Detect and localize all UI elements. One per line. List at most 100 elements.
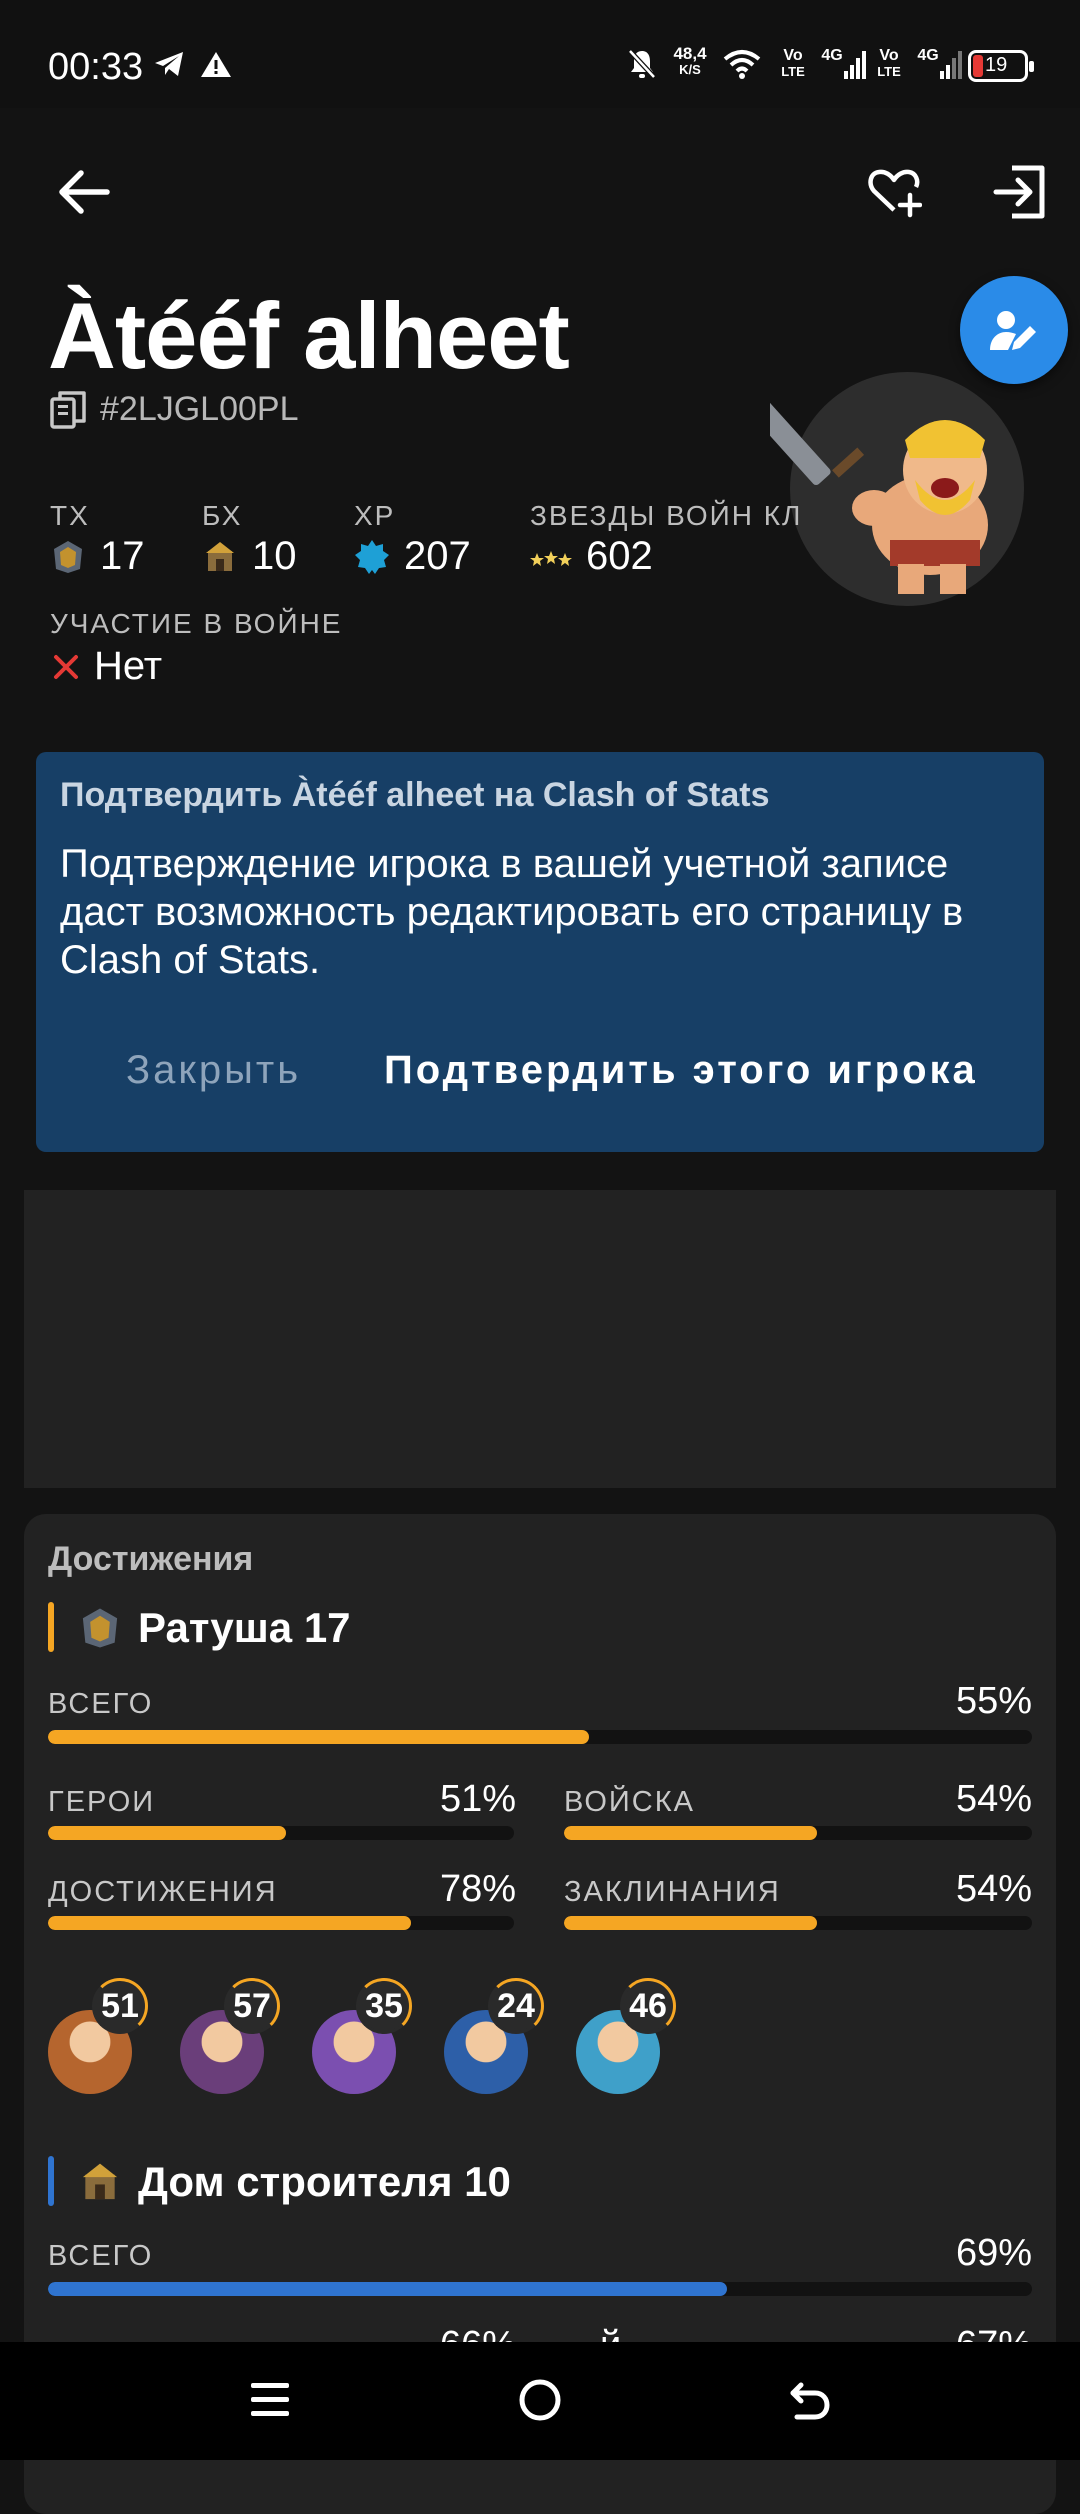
- mute-bell-icon: [622, 44, 662, 84]
- hero-royal-champion[interactable]: 24: [444, 1972, 564, 2094]
- th-heroes-progress: [48, 1826, 514, 1840]
- th-achievements-label: ДОСТИЖЕНИЯ: [48, 1876, 278, 1908]
- th-heroes-label: ГЕРОИ: [48, 1786, 156, 1818]
- th-achievements-progress-fill: [48, 1916, 412, 1930]
- edit-player-button[interactable]: [960, 276, 1068, 384]
- builderhall-icon: [82, 2163, 118, 2200]
- ad-placeholder: [24, 1190, 1056, 1488]
- th-heroes-value: 51%: [439, 1778, 516, 1820]
- banner-close-button[interactable]: Закрыть: [126, 1048, 301, 1093]
- stat-th-value: 17: [100, 534, 145, 578]
- signal-icon-2: [938, 44, 964, 84]
- townhall-icon: [82, 1608, 118, 1648]
- townhall-section-accent: [48, 1602, 54, 1652]
- th-total-label: ВСЕГО: [48, 1688, 154, 1720]
- builderhall-section-title: Дом строителя 10: [78, 2158, 511, 2206]
- builderhall-section-accent: [48, 2156, 54, 2206]
- stat-war-stars: 602: [530, 534, 653, 579]
- home-button[interactable]: [514, 2374, 566, 2426]
- builderhall-section-label: Дом строителя 10: [138, 2158, 511, 2205]
- stat-war-stars-value: 602: [586, 534, 653, 578]
- hero-barbarian-king[interactable]: 51: [48, 1972, 168, 2094]
- volte-indicator-2: Vo LTE: [872, 48, 906, 80]
- telegram-icon: [150, 44, 188, 84]
- stat-bh: 10: [202, 534, 297, 579]
- wifi-icon: [720, 44, 764, 84]
- status-time: 00:33: [48, 46, 144, 88]
- bh-total-label: ВСЕГО: [48, 2240, 154, 2272]
- warning-icon: [198, 44, 234, 84]
- war-stars-icon: [530, 550, 572, 566]
- barbarian-avatar-icon: [743, 380, 1050, 600]
- back-arrow-icon: [790, 2382, 830, 2420]
- player-tag: #2LJGL00PL: [100, 390, 299, 428]
- edit-person-icon: [990, 311, 1036, 350]
- banner-body: Подтверждение игрока в вашей учетной зап…: [60, 842, 964, 982]
- stat-xp: 207: [354, 534, 471, 579]
- th-achievements-progress: [48, 1916, 514, 1930]
- open-external-button[interactable]: [988, 160, 1052, 224]
- th-total-progress: [48, 1730, 1032, 1744]
- battery-level: 19: [985, 54, 1008, 76]
- war-participation-value: Нет: [94, 644, 163, 688]
- stat-label-bh: БХ: [202, 500, 243, 531]
- hero-minion-prince[interactable]: 46: [576, 1972, 696, 2094]
- bh-total-progress-fill: [48, 2282, 727, 2296]
- lte-label-2: LTE: [877, 64, 901, 79]
- stat-th: 17: [50, 534, 145, 579]
- menu-lines-icon: [251, 2383, 289, 2416]
- add-favorite-button[interactable]: [862, 160, 926, 224]
- builderhall-icon: [206, 541, 234, 571]
- th-spells-label: ЗАКЛИНАНИЯ: [564, 1876, 781, 1908]
- stat-label-war-stars: ЗВЕЗДЫ ВОЙН КЛ: [530, 500, 803, 531]
- bh-total-progress: [48, 2282, 1032, 2296]
- hero-level-badge: 57: [224, 1978, 280, 2034]
- achievements-title: Достижения: [48, 1540, 254, 1578]
- townhall-section-title: Ратуша 17: [78, 1604, 351, 1652]
- townhall-section-label: Ратуша 17: [138, 1604, 351, 1651]
- bh-total-value: 69%: [955, 2232, 1032, 2274]
- net-speed-value: 48,4: [673, 44, 707, 63]
- th-spells-value: 54%: [955, 1868, 1032, 1910]
- hero-grand-warden[interactable]: 35: [312, 1972, 432, 2094]
- hero-archer-queen[interactable]: 57: [180, 1972, 300, 2094]
- th-heroes-progress-fill: [48, 1826, 286, 1840]
- banner-confirm-button[interactable]: Подтвердить этого игрока: [384, 1048, 978, 1093]
- banner-title: Подтвердить Àtééf alheet на Clash of Sta…: [60, 776, 770, 814]
- player-tag-row[interactable]: #2LJGL00PL: [50, 390, 299, 429]
- heart-plus-icon: [868, 169, 922, 218]
- vo-label-2: Vo: [879, 47, 899, 64]
- player-name: Àtééf alheet: [48, 283, 570, 388]
- volte-indicator-1: Vo LTE: [776, 48, 810, 80]
- recent-apps-button[interactable]: [246, 2374, 294, 2426]
- stat-label-xp: XP: [354, 500, 396, 531]
- th-total-progress-fill: [48, 1730, 590, 1744]
- stat-label-th: ТХ: [50, 500, 90, 531]
- copy-icon[interactable]: [50, 390, 86, 429]
- login-icon: [993, 165, 1045, 219]
- hero-level-badge: 46: [620, 1978, 676, 2034]
- hero-level-badge: 24: [488, 1978, 544, 2034]
- net-speed: 48,4 K/S: [668, 44, 712, 78]
- home-circle-icon: [519, 2379, 561, 2421]
- signal-icon-1: [842, 44, 868, 84]
- stat-xp-value: 207: [404, 534, 471, 578]
- battery-icon: 19: [968, 50, 1034, 82]
- hero-level-badge: 51: [92, 1978, 148, 2034]
- th-spells-progress-fill: [564, 1916, 817, 1930]
- back-nav-button[interactable]: [784, 2374, 836, 2426]
- stat-bh-value: 10: [252, 534, 297, 578]
- xp-star-icon: [355, 539, 389, 574]
- back-button[interactable]: [52, 160, 116, 224]
- th-achievements-value: 78%: [439, 1868, 516, 1910]
- net-speed-unit: K/S: [679, 62, 701, 77]
- lte-label-1: LTE: [781, 64, 805, 79]
- hero-level-badge: 35: [356, 1978, 412, 2034]
- close-x-icon: [54, 654, 78, 679]
- th-troops-progress: [564, 1826, 1032, 1840]
- th-troops-progress-fill: [564, 1826, 817, 1840]
- th-troops-value: 54%: [955, 1778, 1032, 1820]
- vo-label-1: Vo: [783, 47, 803, 64]
- th-troops-label: ВОЙСКА: [564, 1786, 695, 1818]
- th-spells-progress: [564, 1916, 1032, 1930]
